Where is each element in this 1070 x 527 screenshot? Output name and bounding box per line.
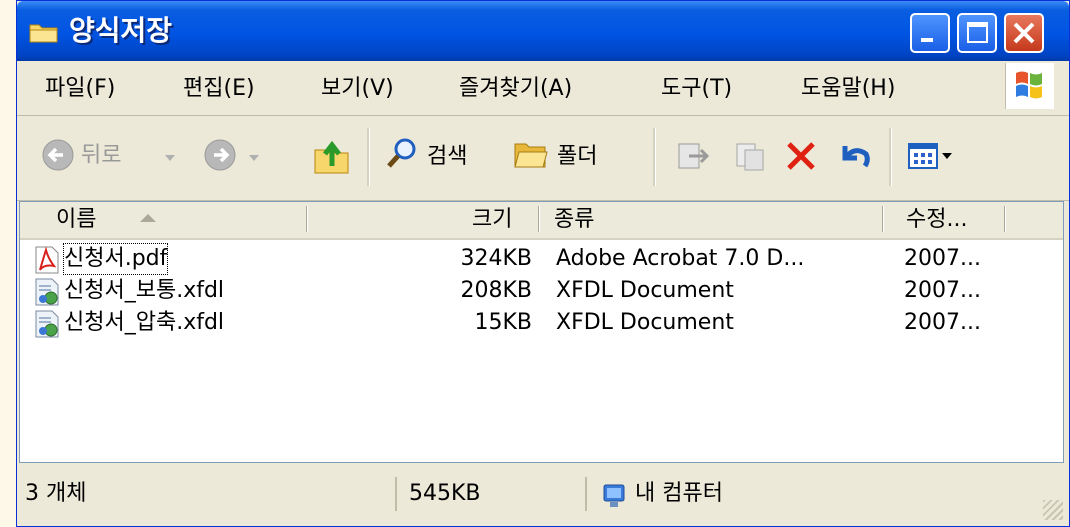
xfdl-file-icon [35, 278, 59, 306]
title-bar[interactable]: 양식저장 [17, 1, 1069, 61]
explorer-window: 양식저장 파일(F) 편집(E) 보기(V) 즐겨찾기(A) 도구(T) 도움말… [16, 0, 1070, 527]
object-count: 3 개체 [25, 481, 87, 506]
menu-tools[interactable]: 도구(T) [661, 75, 732, 103]
my-computer-icon [603, 484, 625, 507]
file-size: 324KB [460, 246, 532, 271]
toolbar: 뒤로 검색 폴더 [17, 116, 1069, 201]
search-icon [387, 138, 416, 168]
pdf-file-icon [35, 246, 59, 274]
column-name[interactable]: 이름 [56, 206, 96, 234]
up-folder-icon[interactable] [313, 136, 351, 176]
close-button[interactable] [1004, 13, 1044, 53]
file-type: XFDL Document [556, 278, 734, 303]
move-to-icon[interactable] [675, 138, 711, 174]
file-modified: 2007... [904, 278, 981, 303]
folders-button[interactable]: 폴더 [513, 134, 631, 178]
file-list: 이름 크기 종류 수정... 신청서.pdf 324KB Adobe Acrob… [19, 201, 1064, 463]
column-size[interactable]: 크기 [472, 206, 512, 234]
file-name[interactable]: 신청서_압축.xfdl [64, 308, 224, 338]
file-modified: 2007... [904, 310, 981, 335]
menu-help[interactable]: 도움말(H) [801, 75, 895, 103]
file-row[interactable]: 신청서_압축.xfdl 15KB XFDL Document 2007... [20, 308, 1063, 340]
toolbar-separator [367, 128, 370, 186]
forward-dropdown-icon[interactable] [247, 153, 261, 163]
chevron-down-icon [942, 153, 952, 159]
delete-icon[interactable] [783, 138, 819, 174]
file-type: Adobe Acrobat 7.0 D... [556, 246, 805, 271]
toolbar-separator [653, 128, 656, 186]
maximize-button[interactable] [957, 13, 997, 53]
search-label: 검색 [427, 144, 468, 169]
resize-grip[interactable] [1043, 500, 1063, 520]
column-modified[interactable]: 수정... [906, 206, 967, 234]
menu-favorites[interactable]: 즐겨찾기(A) [459, 75, 572, 103]
status-bar: 3 개체 545KB 내 컴퓨터 [17, 463, 1069, 526]
views-icon [908, 143, 938, 169]
search-button[interactable]: 검색 [385, 134, 503, 178]
menu-bar: 파일(F) 편집(E) 보기(V) 즐겨찾기(A) 도구(T) 도움말(H) [17, 61, 1069, 116]
copy-to-icon[interactable] [733, 138, 769, 174]
xfdl-file-icon [35, 310, 59, 338]
back-arrow-icon [42, 139, 74, 171]
minimize-icon [921, 38, 933, 42]
column-divider[interactable] [1004, 206, 1006, 232]
close-icon [1013, 22, 1035, 44]
window-title: 양식저장 [69, 14, 173, 47]
file-row[interactable]: 신청서.pdf 324KB Adobe Acrobat 7.0 D... 200… [20, 243, 1063, 276]
views-button[interactable] [907, 138, 961, 174]
file-size: 208KB [460, 278, 532, 303]
windows-logo-icon [1005, 63, 1054, 109]
back-label: 뒤로 [81, 143, 122, 168]
menu-view[interactable]: 보기(V) [321, 75, 394, 103]
file-size: 15KB [474, 310, 532, 335]
column-header: 이름 크기 종류 수정... [20, 202, 1063, 240]
toolbar-separator [889, 128, 892, 186]
back-dropdown-icon[interactable] [163, 153, 177, 163]
menu-edit[interactable]: 편집(E) [183, 75, 255, 103]
column-divider[interactable] [306, 206, 308, 232]
back-button[interactable]: 뒤로 [41, 138, 181, 176]
file-name[interactable]: 신청서_보통.xfdl [64, 276, 224, 306]
menu-file[interactable]: 파일(F) [45, 75, 115, 103]
column-type[interactable]: 종류 [554, 206, 594, 234]
folders-label: 폴더 [557, 144, 598, 169]
column-divider[interactable] [538, 206, 540, 232]
column-divider[interactable] [882, 206, 884, 232]
undo-icon[interactable] [837, 138, 873, 174]
maximize-icon [967, 22, 988, 43]
folder-icon [514, 143, 548, 168]
location-label: 내 컴퓨터 [635, 481, 723, 506]
file-type: XFDL Document [556, 310, 734, 335]
minimize-button[interactable] [910, 13, 950, 53]
file-row[interactable]: 신청서_보통.xfdl 208KB XFDL Document 2007... [20, 276, 1063, 308]
sort-up-icon [140, 214, 156, 222]
forward-arrow-icon[interactable] [203, 138, 237, 172]
file-name[interactable]: 신청서.pdf [62, 243, 169, 275]
folder-icon [29, 24, 58, 43]
file-modified: 2007... [904, 246, 981, 271]
total-size: 545KB [409, 481, 481, 506]
